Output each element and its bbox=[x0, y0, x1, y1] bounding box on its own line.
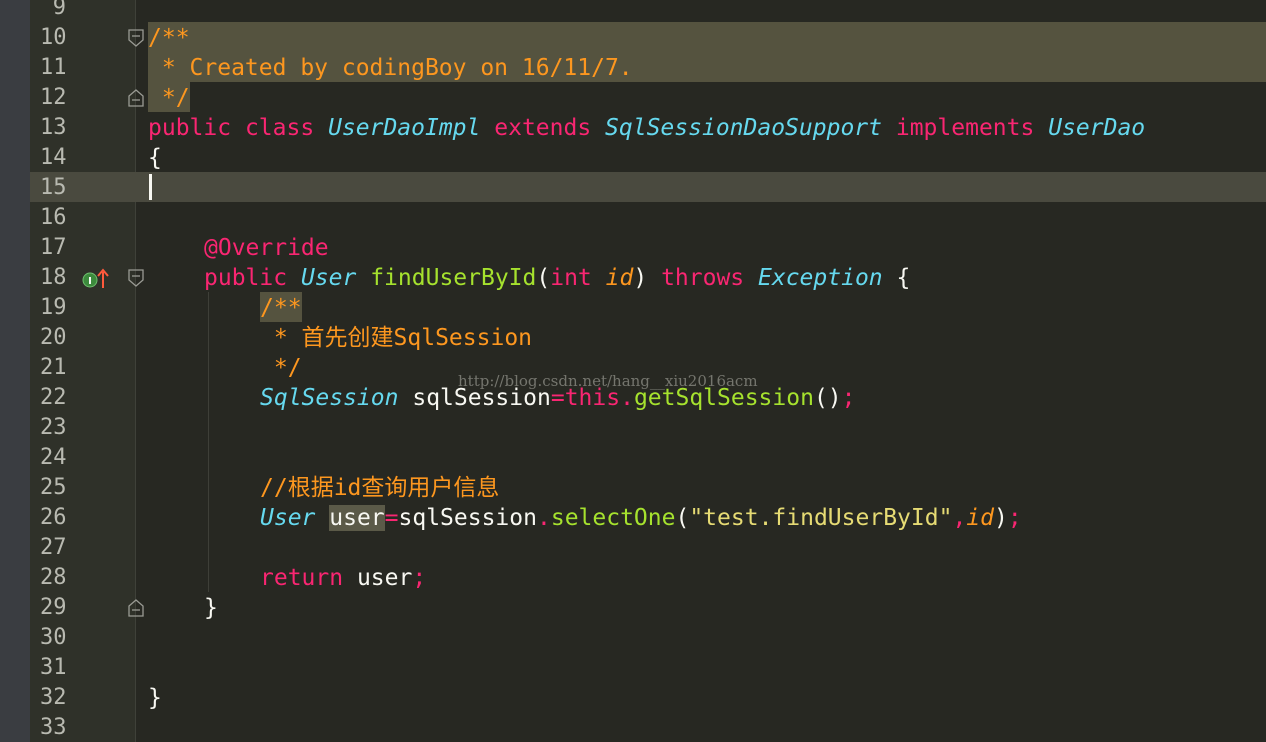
line-number[interactable]: 15 bbox=[40, 173, 67, 203]
paren-token: ( bbox=[536, 265, 551, 291]
semicolon-token: ; bbox=[1007, 505, 1022, 531]
semicolon-token: ; bbox=[412, 565, 427, 591]
line-number[interactable]: 18 bbox=[40, 263, 67, 293]
indent-guide bbox=[208, 292, 209, 592]
code-line-11[interactable]: * Created by codingBoy on 16/11/7. bbox=[148, 53, 633, 83]
line-number[interactable]: 17 bbox=[40, 233, 67, 263]
watermark: http://blog.csdn.net/hang__xiu2016acm bbox=[458, 372, 758, 390]
code-line-21[interactable]: */ bbox=[260, 353, 302, 383]
keyword-token: public bbox=[204, 265, 288, 291]
line-number[interactable]: 10 bbox=[40, 23, 67, 53]
current-line-highlight bbox=[30, 172, 1266, 202]
class-name-token: UserDaoImpl bbox=[328, 115, 481, 141]
brace-token: { bbox=[896, 265, 911, 291]
variable-token: sqlSession bbox=[398, 505, 537, 531]
brace-token: } bbox=[204, 595, 218, 621]
line-number[interactable]: 29 bbox=[40, 593, 67, 623]
code-line-26[interactable]: User user=sqlSession.selectOne("test.fin… bbox=[260, 503, 1022, 533]
line-number[interactable]: 19 bbox=[40, 293, 67, 323]
code-line-13[interactable]: public class UserDaoImpl extends SqlSess… bbox=[148, 113, 1145, 143]
line-number[interactable]: 16 bbox=[40, 203, 67, 233]
paren-token: ( bbox=[675, 505, 690, 531]
line-number[interactable]: 31 bbox=[40, 653, 67, 683]
comment-token: */ bbox=[260, 355, 302, 381]
variable-token-highlighted: user bbox=[329, 505, 385, 531]
comma-token: , bbox=[952, 505, 967, 531]
type-token: SqlSessionDaoSupport bbox=[605, 115, 882, 141]
line-number[interactable]: 12 bbox=[40, 83, 67, 113]
line-number[interactable]: 28 bbox=[40, 563, 67, 593]
paren-token: () bbox=[813, 385, 842, 411]
line-number[interactable]: 32 bbox=[40, 683, 67, 713]
parameter-token: id bbox=[605, 265, 634, 291]
brace-token: } bbox=[148, 685, 162, 711]
code-line-10[interactable]: /** bbox=[148, 23, 190, 53]
semicolon-token: ; bbox=[841, 385, 856, 411]
method-call-token: selectOne bbox=[550, 505, 676, 531]
line-number[interactable]: 21 bbox=[40, 353, 67, 383]
line-number[interactable]: 26 bbox=[40, 503, 67, 533]
line-number[interactable]: 11 bbox=[40, 53, 67, 83]
comment-token: /** bbox=[148, 25, 190, 51]
brace-token: { bbox=[148, 145, 162, 171]
line-number[interactable]: 30 bbox=[40, 623, 67, 653]
fold-end-marker-icon[interactable] bbox=[128, 89, 144, 107]
type-token: User bbox=[260, 505, 316, 531]
tool-window-strip bbox=[0, 0, 30, 742]
gutter-separator bbox=[135, 0, 136, 742]
annotation-token: @Override bbox=[204, 235, 329, 261]
line-number[interactable]: 13 bbox=[40, 113, 67, 143]
code-editor[interactable]: 9 10 11 12 13 14 15 16 17 18 19 20 21 22… bbox=[0, 0, 1266, 742]
type-token: Exception bbox=[758, 265, 883, 291]
code-line-14[interactable]: { bbox=[148, 143, 162, 173]
code-line-12[interactable]: */ bbox=[148, 83, 190, 113]
comment-token: //根据id查询用户信息 bbox=[260, 475, 500, 501]
code-line-32[interactable]: } bbox=[148, 683, 162, 713]
code-line-28[interactable]: return user; bbox=[260, 563, 426, 593]
string-token: "test.findUserById" bbox=[689, 505, 953, 531]
parameter-token: id bbox=[966, 505, 994, 531]
dot-token: . bbox=[536, 505, 551, 531]
keyword-token: int bbox=[550, 265, 592, 291]
code-line-18[interactable]: public User findUserById(int id) throws … bbox=[204, 263, 910, 293]
svg-text:I: I bbox=[88, 276, 92, 287]
type-token: UserDao bbox=[1048, 115, 1146, 141]
operator-token: = bbox=[384, 505, 399, 531]
keyword-token: throws bbox=[661, 265, 745, 291]
keyword-token: class bbox=[244, 115, 315, 141]
code-line-29[interactable]: } bbox=[204, 593, 218, 623]
keyword-token: return bbox=[260, 565, 344, 591]
comment-token: */ bbox=[148, 85, 190, 111]
variable-token: user bbox=[356, 565, 413, 591]
paren-token: ) bbox=[633, 265, 648, 291]
fold-marker-icon[interactable] bbox=[128, 269, 144, 287]
line-number[interactable]: 14 bbox=[40, 143, 67, 173]
line-number[interactable]: 25 bbox=[40, 473, 67, 503]
line-number[interactable]: 24 bbox=[40, 443, 67, 473]
fold-marker-icon[interactable] bbox=[128, 29, 144, 47]
line-number[interactable]: 22 bbox=[40, 383, 67, 413]
comment-token: /** bbox=[260, 295, 302, 321]
line-number[interactable]: 9 bbox=[40, 0, 66, 23]
comment-token: * Created by codingBoy on 16/11/7. bbox=[148, 55, 633, 81]
comment-token: * 首先创建SqlSession bbox=[260, 325, 533, 351]
type-token: User bbox=[300, 265, 357, 291]
method-name-token: findUserById bbox=[370, 265, 537, 291]
implements-method-icon[interactable]: I bbox=[81, 268, 117, 290]
paren-token: ) bbox=[994, 505, 1008, 531]
code-line-17[interactable]: @Override bbox=[204, 233, 329, 263]
type-token: SqlSession bbox=[260, 385, 399, 411]
keyword-token: implements bbox=[895, 115, 1035, 141]
keyword-token: extends bbox=[494, 115, 592, 141]
line-number[interactable]: 20 bbox=[40, 323, 67, 353]
line-number[interactable]: 27 bbox=[40, 533, 67, 563]
keyword-token: public bbox=[148, 115, 232, 141]
line-number[interactable]: 23 bbox=[40, 413, 67, 443]
fold-end-marker-icon[interactable] bbox=[128, 599, 144, 617]
text-caret bbox=[149, 174, 152, 200]
code-line-25[interactable]: //根据id查询用户信息 bbox=[260, 473, 499, 503]
code-line-19[interactable]: /** bbox=[260, 293, 302, 323]
code-line-20[interactable]: * 首先创建SqlSession bbox=[260, 323, 532, 353]
line-number[interactable]: 33 bbox=[40, 713, 67, 742]
